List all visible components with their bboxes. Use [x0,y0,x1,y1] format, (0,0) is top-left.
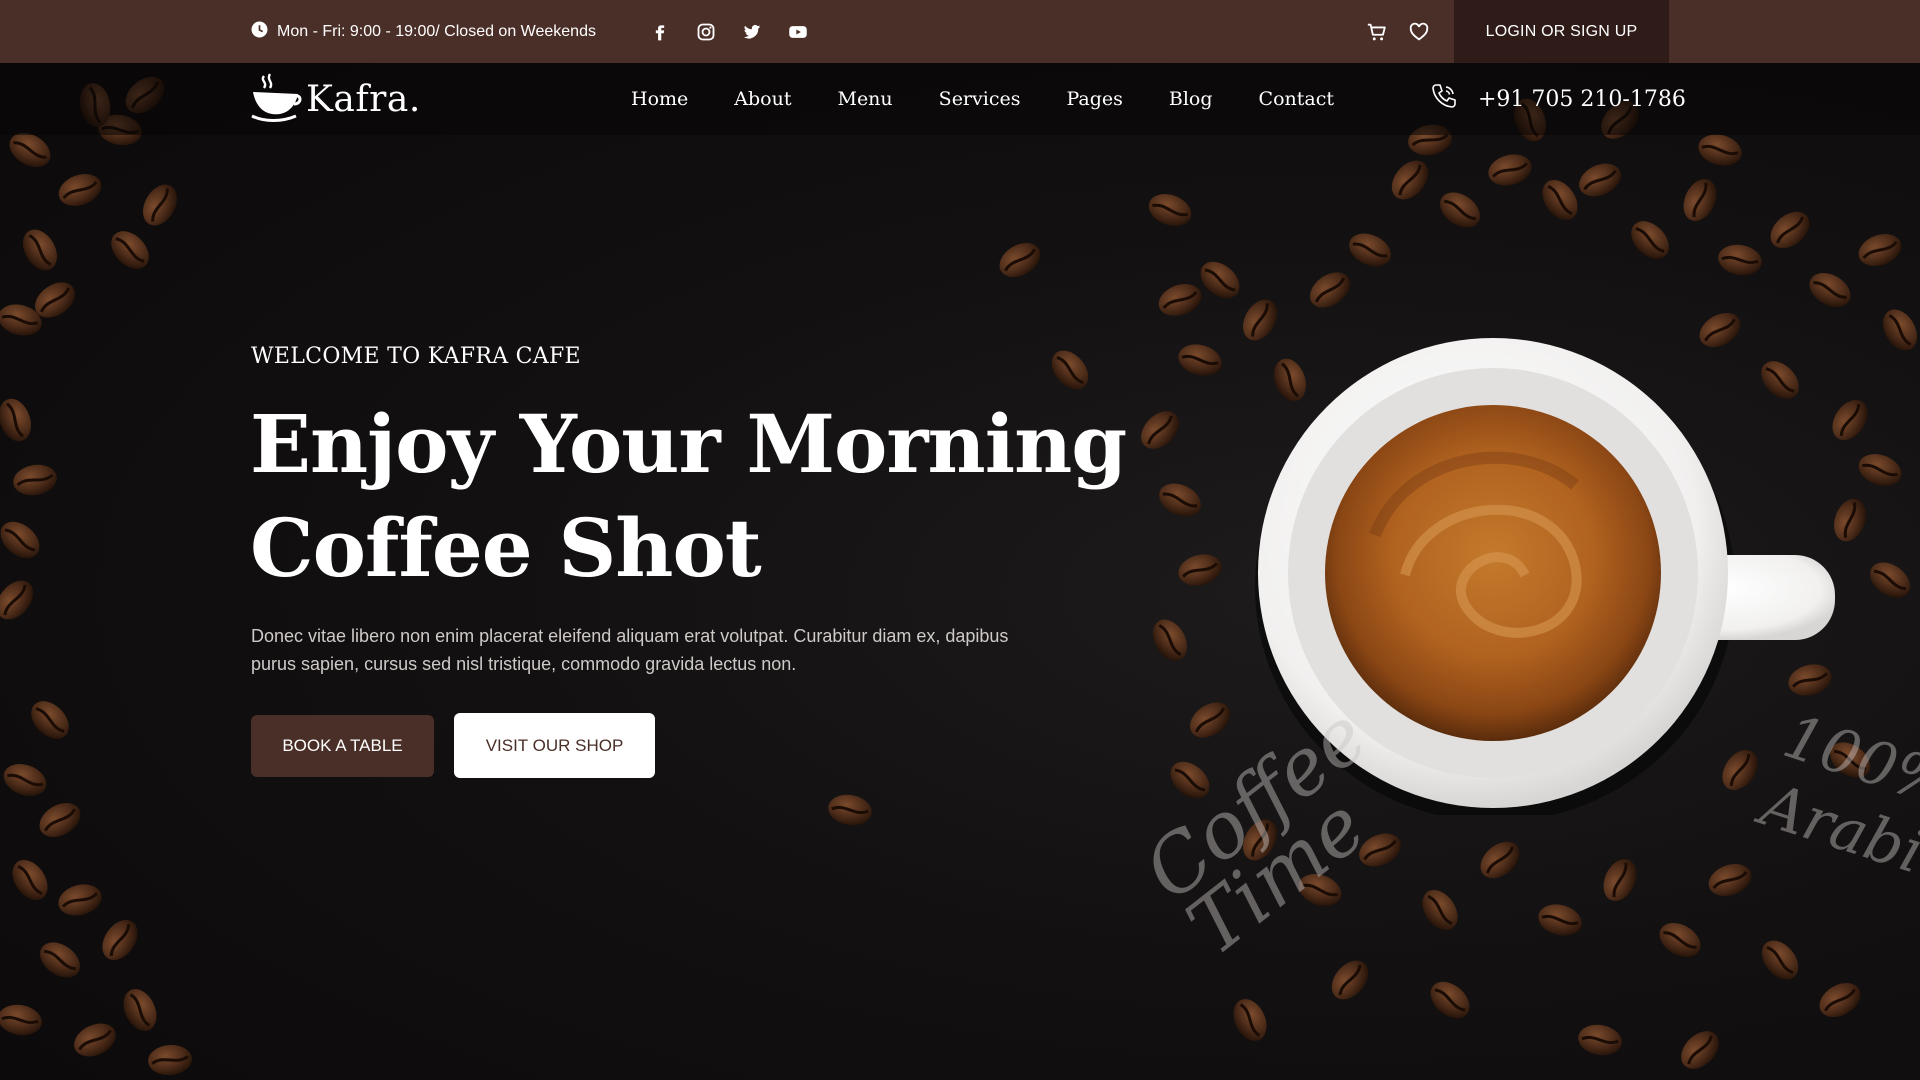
brand-name: Kafra. [306,78,421,120]
hero-description: Donec vitae libero non enim placerat ele… [251,626,1009,674]
top-bar: Mon - Fri: 9:00 - 19:00/ Closed on Weeke… [0,0,1920,63]
nav-contact[interactable]: Contact [1259,88,1334,110]
hero-title-line-2: Coffee Shot [250,501,762,595]
youtube-icon[interactable] [786,20,810,44]
hero-title: Enjoy Your Morning Coffee Shot [250,392,1150,600]
instagram-icon[interactable] [694,20,718,44]
book-table-button[interactable]: BOOK A TABLE [251,715,434,777]
nav-home[interactable]: Home [631,88,688,110]
business-hours: Mon - Fri: 9:00 - 19:00/ Closed on Weeke… [251,0,596,63]
brand-logo[interactable]: Kafra. [250,72,421,127]
hero-title-line-1: Enjoy Your Morning [250,397,1127,491]
hero-page: Coffee Time 100% Arabica Mon - Fri: 9:00… [0,0,1920,1080]
login-signup-button[interactable]: LOGIN OR SIGN UP [1454,0,1669,63]
nav-services[interactable]: Services [939,88,1021,110]
shop-icons [1365,0,1431,63]
nav-links: Home About Menu Services Pages Blog Cont… [631,63,1334,135]
visit-shop-button[interactable]: VISIT OUR SHOP [454,713,655,778]
nav-pages[interactable]: Pages [1066,88,1122,110]
twitter-icon[interactable] [740,20,764,44]
coffee-cup-logo-icon [250,72,302,127]
clock-icon [251,21,268,43]
main-navbar: Kafra. Home About Menu Services Pages Bl… [0,63,1920,135]
nav-menu[interactable]: Menu [837,88,892,110]
phone-number: +91 705 210-1786 [1478,86,1686,112]
nav-blog[interactable]: Blog [1169,88,1213,110]
heart-icon[interactable] [1407,20,1431,44]
cart-icon[interactable] [1365,20,1389,44]
nav-about[interactable]: About [734,88,791,110]
business-hours-text: Mon - Fri: 9:00 - 19:00/ Closed on Weeke… [277,22,596,40]
social-links [648,0,810,63]
phone-contact[interactable]: +91 705 210-1786 [1430,63,1686,135]
phone-icon [1430,82,1458,116]
facebook-icon[interactable] [648,20,672,44]
hero-eyebrow: WELCOME TO KAFRA CAFE [251,344,581,369]
beans-left-edge [0,67,195,1079]
